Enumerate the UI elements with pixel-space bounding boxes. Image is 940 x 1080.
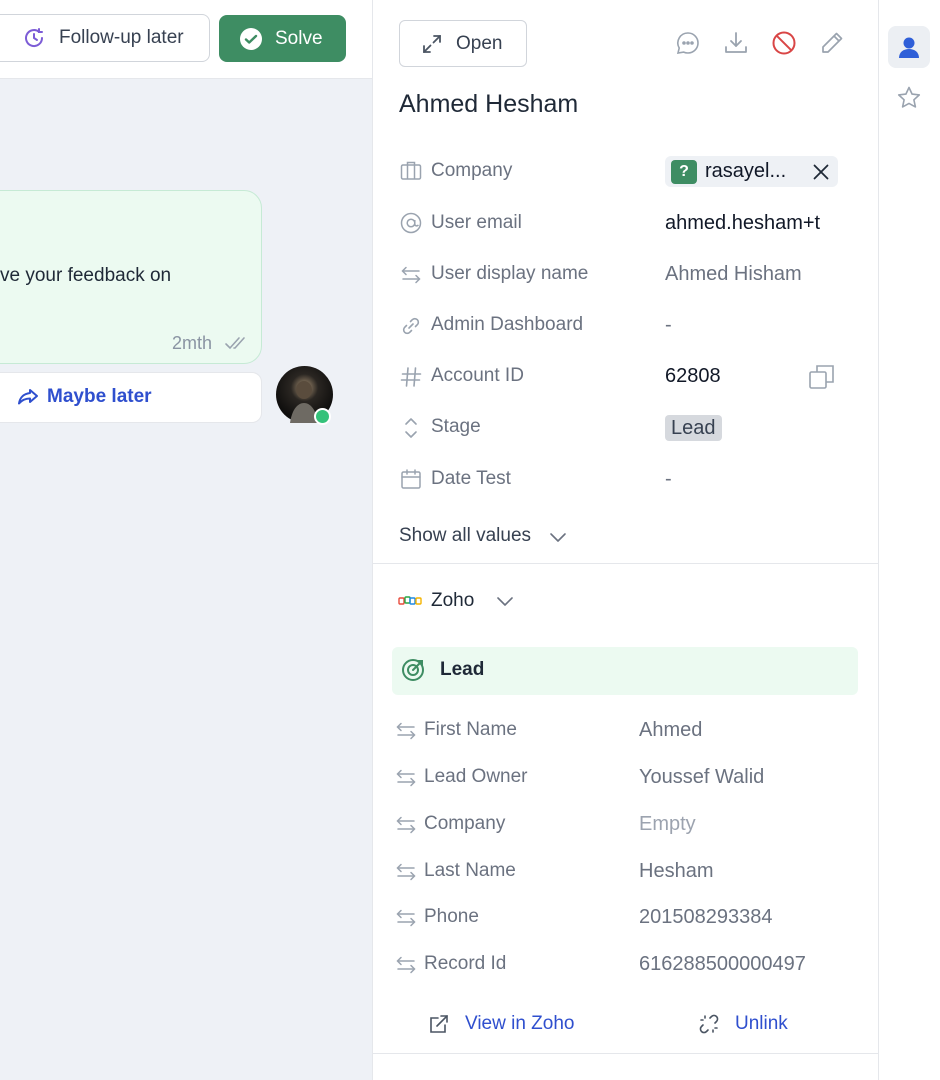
section-divider <box>373 1053 878 1054</box>
zoho-field-label: Record Id <box>424 953 507 974</box>
zoho-field-value[interactable]: 616288500000497 <box>639 953 806 976</box>
sync-arrows-icon <box>395 720 417 747</box>
zoho-field-label: Lead Owner <box>424 766 528 787</box>
user-email-value[interactable]: ahmed.hesham+t <box>665 212 840 235</box>
sync-arrows-icon <box>395 861 417 888</box>
sort-chevrons-icon <box>400 416 422 445</box>
pencil-icon[interactable] <box>819 30 845 61</box>
zoho-field-value[interactable]: Ahmed <box>639 719 702 742</box>
message-text: ve your feedback on <box>0 265 172 286</box>
view-in-zoho-link[interactable]: View in Zoho <box>465 1013 575 1035</box>
stage-label: Stage <box>431 416 481 437</box>
conversation-toolbar: Follow-up later Solve <box>0 0 372 79</box>
conversation-pane: Follow-up later Solve ve your feedback o… <box>0 0 372 1080</box>
sync-arrows-icon <box>395 814 417 841</box>
open-button[interactable]: Open <box>399 20 527 67</box>
chevron-down-icon[interactable] <box>496 594 514 613</box>
display-name-label: User display name <box>431 263 589 284</box>
close-icon[interactable] <box>811 162 831 187</box>
maybe-later-label: Maybe later <box>47 386 152 407</box>
copy-icon[interactable] <box>808 363 836 396</box>
right-rail <box>878 0 940 1080</box>
stage-badge[interactable]: Lead <box>665 415 722 441</box>
zoho-field-label: Phone <box>424 906 479 927</box>
message-time: 2mth <box>172 333 213 353</box>
date-test-value[interactable]: - <box>665 468 672 491</box>
snooze-clock-icon <box>21 25 47 51</box>
sync-arrows-icon <box>395 767 417 794</box>
show-all-values-button[interactable]: Show all values <box>399 525 531 547</box>
check-circle-icon <box>239 27 263 51</box>
zoho-field-label: Last Name <box>424 860 516 881</box>
external-link-icon[interactable] <box>428 1013 450 1040</box>
follow-up-later-button[interactable]: Follow-up later <box>0 14 210 62</box>
company-value: rasayel... <box>705 160 787 182</box>
read-receipt-icon <box>224 334 250 357</box>
account-id-label: Account ID <box>431 365 524 386</box>
contact-name: Ahmed Hesham <box>399 90 579 118</box>
target-icon <box>401 658 425 687</box>
account-id-value[interactable]: 62808 <box>665 365 721 388</box>
at-sign-icon <box>400 212 422 239</box>
calendar-icon <box>400 468 422 495</box>
sync-arrows-icon <box>395 907 417 934</box>
zoho-section-title[interactable]: Zoho <box>431 590 474 612</box>
company-label: Company <box>431 160 513 181</box>
zoho-record-type: Lead <box>440 659 485 680</box>
chevron-down-icon[interactable] <box>549 530 567 549</box>
zoho-field-value[interactable]: Hesham <box>639 860 713 883</box>
admin-dashboard-value[interactable]: - <box>665 314 672 337</box>
share-arrow-icon <box>16 385 40 414</box>
user-tab-icon[interactable] <box>888 26 930 68</box>
solve-button[interactable]: Solve <box>219 15 346 62</box>
zoho-field-label: First Name <box>424 719 517 740</box>
user-email-label: User email <box>431 212 522 233</box>
expand-icon <box>422 34 442 54</box>
solve-label: Solve <box>275 27 323 49</box>
zoho-field-value[interactable]: Youssef Walid <box>639 766 764 789</box>
online-status-dot <box>314 408 331 425</box>
download-icon[interactable] <box>723 30 749 61</box>
company-badge: ? <box>671 159 697 184</box>
date-test-label: Date Test <box>431 468 511 489</box>
link-icon <box>400 315 422 342</box>
admin-dashboard-label: Admin Dashboard <box>431 314 584 335</box>
zoho-field-label: Company <box>424 813 506 834</box>
sync-arrows-icon <box>400 264 422 291</box>
unlink-icon[interactable] <box>698 1013 720 1040</box>
sync-arrows-icon <box>395 954 417 981</box>
zoho-field-value[interactable]: Empty <box>639 813 696 836</box>
section-divider <box>373 563 878 564</box>
unlink-link[interactable]: Unlink <box>735 1013 788 1035</box>
display-name-value[interactable]: Ahmed Hisham <box>665 263 802 286</box>
hash-icon <box>400 366 422 393</box>
follow-up-label: Follow-up later <box>59 27 184 48</box>
company-chip[interactable]: ? rasayel... <box>665 156 838 187</box>
chat-bubble-icon[interactable] <box>675 30 701 61</box>
star-icon[interactable] <box>896 85 922 116</box>
briefcase-icon <box>400 160 422 187</box>
zoho-logo-icon <box>398 594 422 613</box>
zoho-field-value[interactable]: 201508293384 <box>639 906 772 929</box>
block-icon[interactable] <box>771 30 797 61</box>
open-label: Open <box>456 32 503 54</box>
